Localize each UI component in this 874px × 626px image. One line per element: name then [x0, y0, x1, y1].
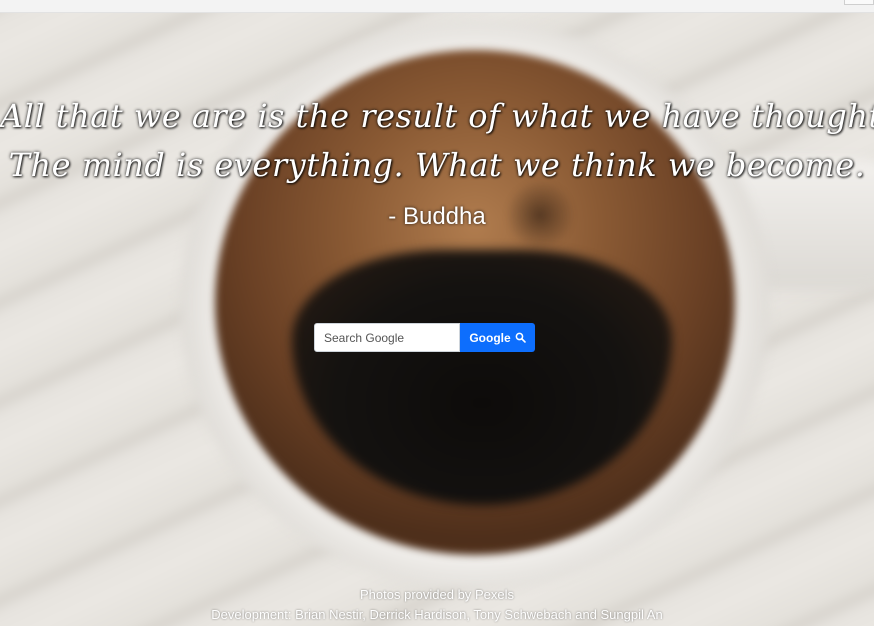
page: All that we are is the result of what we…: [0, 0, 874, 626]
quote-author: - Buddha: [388, 203, 486, 230]
browser-top-strip: [0, 0, 874, 13]
photo-credit-text: Photos provided by: [360, 587, 472, 602]
search-button-label: Google: [469, 330, 511, 345]
corner-tab: [844, 0, 874, 5]
pexels-link[interactable]: Pexels: [475, 587, 514, 602]
photo-credit: Photos provided by Pexels: [0, 585, 874, 605]
development-credits: Development: Brian Nestir, Derrick Hardi…: [211, 607, 663, 622]
quote-line-1: All that we are is the result of what we…: [0, 97, 874, 135]
search-input[interactable]: [314, 323, 460, 352]
quote-line-2: The mind is everything. What we think we…: [8, 146, 866, 184]
search-form: Google: [314, 323, 535, 352]
footer: Photos provided by Pexels Development: B…: [0, 585, 874, 625]
search-icon: [515, 332, 526, 343]
quote-text: All that we are is the result of what we…: [0, 92, 874, 190]
search-button[interactable]: Google: [460, 323, 535, 352]
